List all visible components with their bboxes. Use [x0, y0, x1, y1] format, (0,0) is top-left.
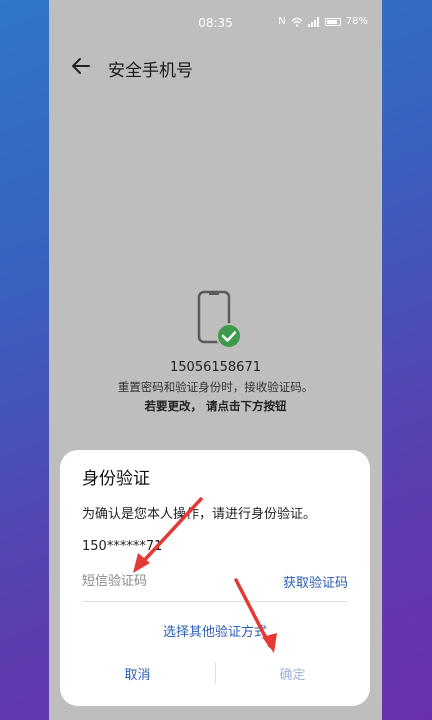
- sms-code-input[interactable]: [82, 570, 252, 592]
- wifi-icon: [291, 17, 303, 27]
- battery-icon: [324, 17, 341, 26]
- status-bar: 08:35 N 78%: [49, 0, 382, 46]
- back-arrow-icon[interactable]: [67, 52, 95, 80]
- input-divider: [82, 601, 348, 602]
- phone-number: 15056158671: [170, 360, 261, 375]
- phone-verified-icon: [197, 290, 242, 349]
- dialog-title: 身份验证: [82, 469, 150, 489]
- identity-verification-dialog: 身份验证 为确认是您本人操作，请进行身份验证。 150******71 获取验证…: [60, 450, 370, 706]
- other-method-button[interactable]: 选择其他验证方式: [60, 621, 370, 640]
- get-code-button[interactable]: 获取验证码: [283, 572, 348, 591]
- dialog-buttons: 取消 确定: [60, 658, 370, 688]
- battery-percent: 78%: [345, 16, 368, 27]
- change-hint: 若要更改， 请点击下方按钮: [144, 399, 287, 413]
- phone-description: 重置密码和验证身份时，接收验证码。: [117, 380, 314, 394]
- confirm-button[interactable]: 确定: [215, 664, 370, 683]
- dialog-message: 为确认是您本人操作，请进行身份验证。: [82, 507, 317, 522]
- nfc-icon: N: [278, 16, 286, 27]
- masked-phone-number: 150******71: [82, 539, 163, 554]
- status-icons: N 78%: [278, 16, 368, 27]
- page-header: 安全手机号: [49, 48, 382, 84]
- cancel-button[interactable]: 取消: [60, 664, 215, 683]
- page-title: 安全手机号: [108, 61, 193, 81]
- signal-icon: [307, 16, 319, 27]
